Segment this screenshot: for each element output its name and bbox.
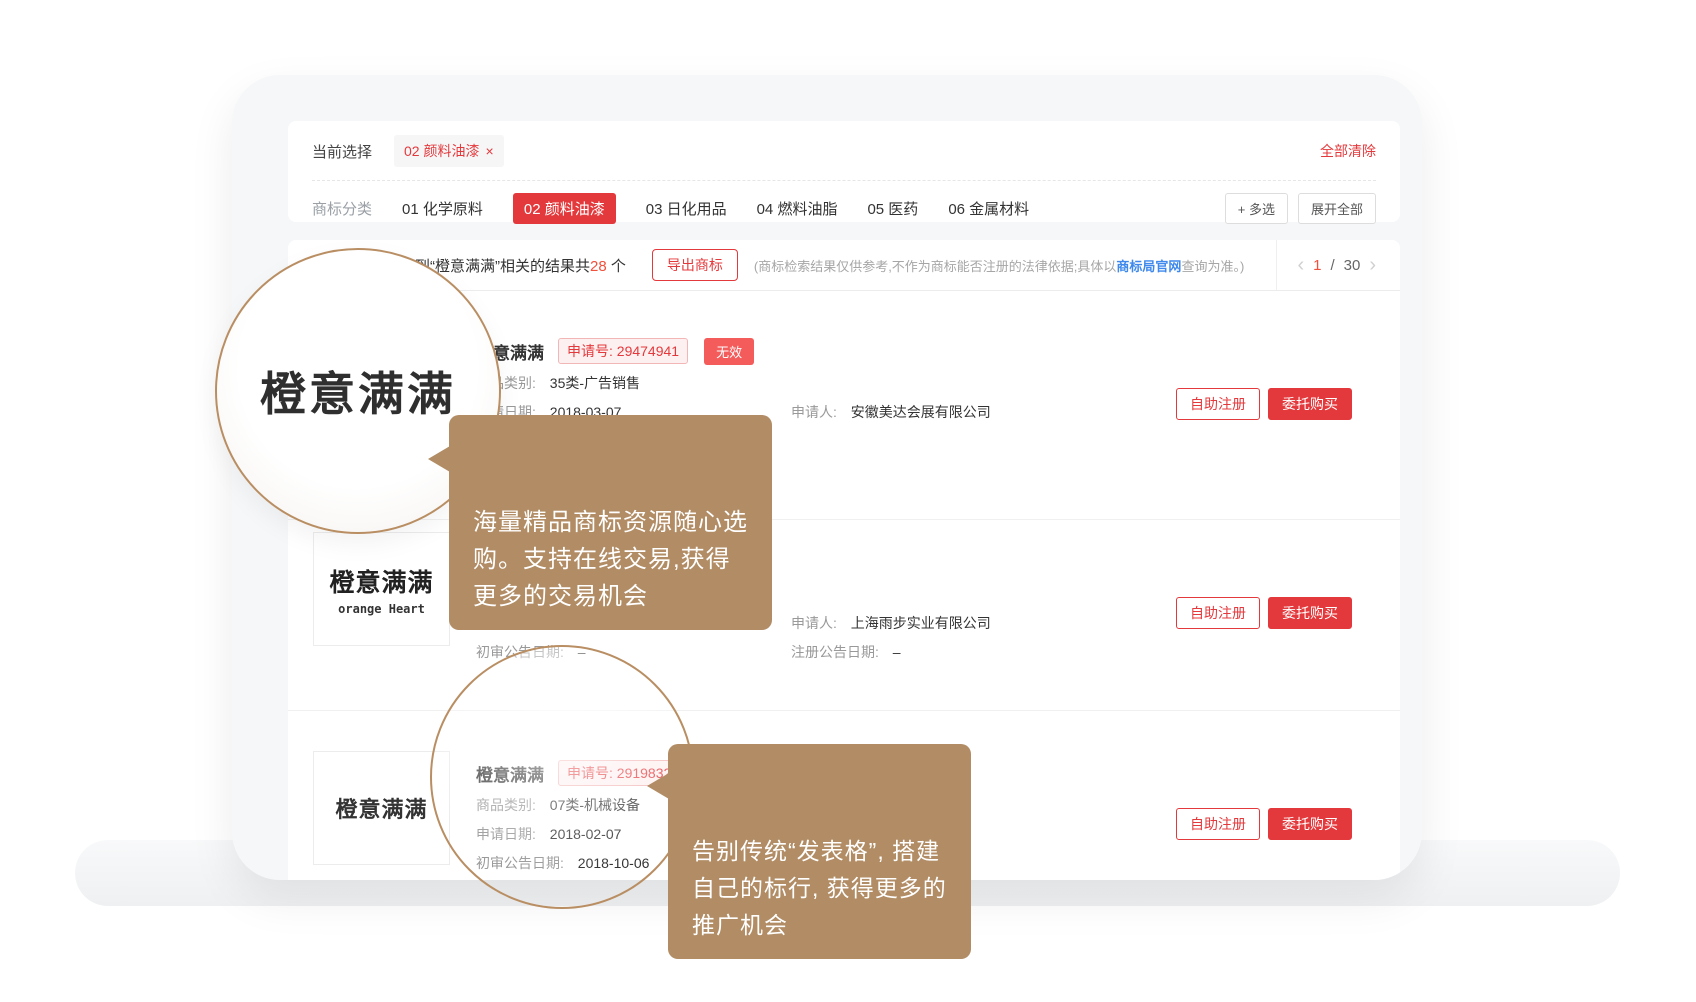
results-count: 28	[590, 258, 607, 275]
disclaimer-text-end: 查询为准。)	[1181, 259, 1244, 274]
field-value: 安徽美达会展有限公司	[851, 404, 991, 420]
row-actions: 自助注册 委托购买	[1176, 597, 1352, 629]
field-label: 初审公告日期:	[476, 855, 564, 871]
tooltip-marketplace: 海量精品商标资源随心选 购。支持在线交易,获得 更多的交易机会	[449, 415, 772, 630]
disclaimer-note: (商标检索结果仅供参考,不作为商标能否注册的法律依据;具体以商标局官网查询为准。…	[754, 256, 1244, 275]
category-item-01[interactable]: 01 化学原料	[402, 198, 483, 219]
application-number-label: 申请号:	[567, 343, 613, 359]
self-register-button[interactable]: 自助注册	[1176, 597, 1260, 629]
tooltip-promotion: 告别传统“发表格”, 搭建 自己的标行, 获得更多的 推广机会	[668, 744, 971, 959]
field-value: 2018-02-07	[550, 826, 622, 842]
close-icon[interactable]: ×	[485, 143, 493, 159]
selected-filter-tag[interactable]: 02 颜料油漆 ×	[394, 135, 504, 167]
current-selection-row: 当前选择 02 颜料油漆 × 全部清除	[288, 121, 1400, 168]
category-actions: + 多选 展开全部	[1225, 193, 1376, 224]
category-row: 商标分类 01 化学原料 02 颜料油漆 03 日化用品 04 燃料油脂 05 …	[288, 181, 1400, 224]
row-actions: 自助注册 委托购买	[1176, 388, 1352, 420]
multi-select-button[interactable]: + 多选	[1225, 193, 1288, 224]
export-trademarks-button[interactable]: 导出商标	[652, 249, 738, 281]
field-label: 申请日期:	[476, 826, 536, 842]
status-badge-invalid: 无效	[704, 338, 754, 365]
tooltip-text: 告别传统“发表格”, 搭建 自己的标行, 获得更多的 推广机会	[692, 838, 947, 938]
application-number-value: 29474941	[617, 343, 679, 359]
results-header: 检索到“橙意满满”相关的结果共28 个 导出商标 (商标检索结果仅供参考,不作为…	[288, 240, 1400, 291]
current-selection-label: 当前选择	[312, 141, 372, 162]
field-value: 35类-广告销售	[550, 375, 640, 391]
entrust-buy-button[interactable]: 委托购买	[1268, 388, 1352, 420]
trademark-image-text: 橙意满满	[335, 792, 427, 824]
filter-panel: 当前选择 02 颜料油漆 × 全部清除 商标分类 01 化学原料 02 颜料油漆…	[288, 121, 1400, 222]
clear-all-link[interactable]: 全部清除	[1320, 141, 1376, 161]
application-number-pill: 申请号: 29474941	[558, 338, 688, 364]
tooltip-text: 海量精品商标资源随心选 购。支持在线交易,获得 更多的交易机会	[473, 509, 748, 610]
row-actions: 自助注册 委托购买	[1176, 808, 1352, 840]
category-item-05[interactable]: 05 医药	[867, 198, 918, 219]
tooltip-arrow-left-icon	[428, 446, 450, 472]
self-register-button[interactable]: 自助注册	[1176, 388, 1260, 420]
self-register-button[interactable]: 自助注册	[1176, 808, 1260, 840]
field-value: 上海雨步实业有限公司	[851, 615, 991, 631]
tooltip-arrow-left-icon	[647, 773, 669, 799]
total-pages: 30	[1344, 257, 1361, 274]
application-number-label: 申请号:	[567, 765, 613, 781]
category-label: 商标分类	[312, 198, 372, 219]
selected-filter-tag-label: 02 颜料油漆	[404, 141, 479, 161]
field-label: 申请人:	[791, 404, 837, 420]
prev-page-icon[interactable]: ‹	[1297, 255, 1304, 275]
next-page-icon[interactable]: ›	[1369, 255, 1376, 275]
field-label: 申请人:	[791, 615, 837, 631]
entrust-buy-button[interactable]: 委托购买	[1268, 597, 1352, 629]
pagination: ‹ 1 / 30 ›	[1297, 255, 1376, 275]
trademark-image-2[interactable]: 橙意满满 orange Heart	[313, 532, 450, 646]
trademark-details-1: 橙意满满 申请号: 29474941 无效 商品类别: 35类-广告销售 申请日…	[476, 338, 754, 422]
field-label: 初审公告日期:	[476, 644, 564, 660]
trademark-image-text: 橙意满满	[329, 563, 433, 599]
entrust-buy-button[interactable]: 委托购买	[1268, 808, 1352, 840]
expand-all-button[interactable]: 展开全部	[1298, 193, 1376, 224]
field-value: 2018-10-06	[578, 855, 650, 871]
field-value: –	[893, 644, 901, 660]
page-separator: /	[1330, 257, 1334, 274]
field-value: 07类-机械设备	[550, 797, 640, 813]
category-item-03[interactable]: 03 日化用品	[646, 198, 727, 219]
page-canvas: 当前选择 02 颜料油漆 × 全部清除 商标分类 01 化学原料 02 颜料油漆…	[0, 0, 1696, 1002]
current-page: 1	[1313, 257, 1321, 274]
pager-divider	[1276, 240, 1277, 290]
trademark-image-subtext: orange Heart	[338, 602, 425, 616]
magnified-trademark-text: 橙意满满	[260, 358, 456, 424]
category-item-06[interactable]: 06 金属材料	[948, 198, 1029, 219]
category-item-04[interactable]: 04 燃料油脂	[757, 198, 838, 219]
field-value: –	[578, 644, 586, 660]
trademark-name[interactable]: 橙意满满	[476, 761, 544, 786]
trademark-image-3[interactable]: 橙意满满	[313, 751, 450, 865]
field-label: 商品类别:	[476, 797, 536, 813]
official-site-link[interactable]: 商标局官网	[1116, 259, 1181, 274]
results-unit: 个	[607, 258, 626, 275]
category-item-02-selected[interactable]: 02 颜料油漆	[513, 193, 616, 224]
field-label: 注册公告日期:	[791, 644, 879, 660]
disclaimer-text: (商标检索结果仅供参考,不作为商标能否注册的法律依据;具体以	[754, 259, 1117, 274]
